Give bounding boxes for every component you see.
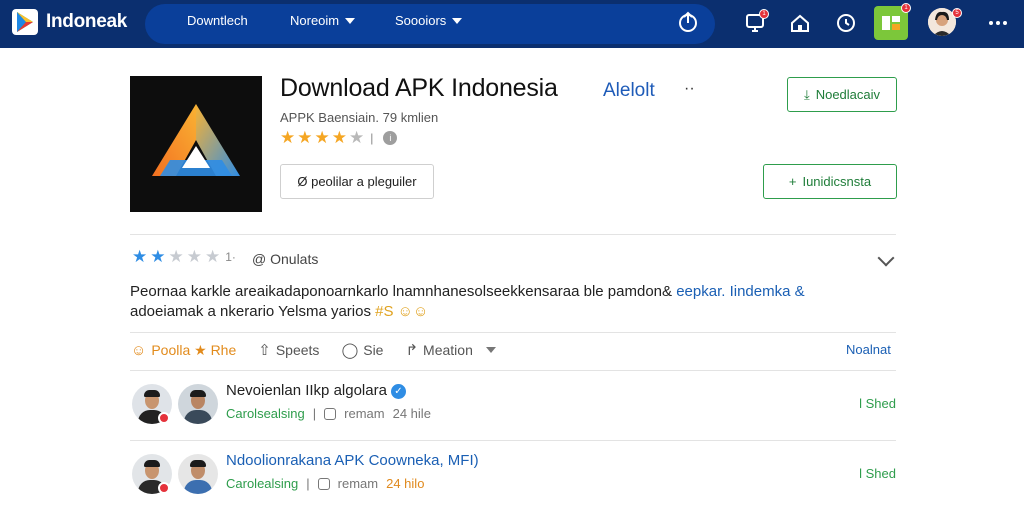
list-item-status: Carolealsing — [226, 476, 299, 491]
review-rating: ★ ★ ★ ★ ★ 1· — [132, 248, 236, 265]
list-item-subtitle: Carolealsing | remam 24 hilo — [226, 476, 424, 491]
avatar — [178, 384, 218, 424]
actions-right-link[interactable]: Noalnat — [846, 342, 891, 357]
star-icon: ★ — [186, 247, 202, 266]
calendar-icon — [324, 407, 337, 420]
upload-icon[interactable] — [676, 10, 700, 34]
review-text-link[interactable]: eepkar. Iindemka & — [676, 283, 804, 300]
rating-separator: | — [370, 130, 374, 145]
forward-icon: ↱ — [405, 342, 419, 359]
action-label: Meation — [423, 342, 473, 358]
popular-plugin-button[interactable]: Ø peolilar a pleguiler — [280, 164, 434, 199]
notification-badge: 5 — [952, 8, 962, 18]
list-item-subtitle: Carolsealsing | remam 24 hile — [226, 406, 431, 421]
list-item-meta: remam — [344, 406, 385, 421]
share-icon: ⇧ — [258, 342, 271, 359]
button-label: Iunidicsnsta — [802, 174, 872, 189]
chevron-down-icon[interactable] — [485, 347, 496, 353]
nav-item-sectors[interactable]: Soooiors — [395, 13, 463, 28]
brand[interactable]: Indoneak — [12, 9, 127, 35]
star-icon: ★ — [331, 128, 347, 147]
star-icon: ★ — [280, 128, 296, 147]
more-options-icon[interactable]: ·· — [684, 80, 695, 98]
app-rating: ★ ★ ★ ★ ★ | i — [280, 128, 398, 147]
monitor-icon[interactable]: 1 — [741, 9, 769, 37]
review-text-part1: Peornaa karkle areaikadaponoarnkarlo lna… — [130, 283, 673, 300]
download-icon: ⤓ — [803, 86, 810, 102]
top-navigation-bar: Indoneak Downtlech Noreoim Soooiors 1 1 … — [0, 0, 1024, 48]
star-icon: ★ — [297, 128, 313, 147]
nav-item-label: Soooiors — [395, 13, 447, 28]
clock-icon[interactable] — [832, 9, 860, 37]
review-actions: ☺ Poolla ★ Rhe ⇧ Speets ◯ Sie ↱ Meation — [131, 341, 518, 359]
comment-icon: ◯ — [341, 342, 359, 359]
action-label: Poolla ★ Rhe — [151, 341, 237, 358]
notification-badge: 1 — [901, 3, 911, 13]
review-author[interactable]: @ Onulats — [252, 251, 318, 267]
install-button[interactable]: + Iunidicsnsta — [763, 164, 897, 199]
brand-logo-icon — [12, 9, 38, 35]
comment-action[interactable]: ◯ Sie — [341, 341, 383, 359]
download-button[interactable]: ⤓ Noedlacaiv — [787, 77, 897, 112]
share-action[interactable]: ⇧ Speets — [258, 341, 319, 359]
divider — [130, 332, 896, 333]
star-icon: ★ — [132, 247, 148, 266]
app-title: Download APK Indonesia — [280, 74, 558, 102]
chevron-down-icon — [452, 17, 463, 24]
star-icon: ★ — [349, 128, 365, 147]
list-item-meta: remam — [337, 476, 379, 491]
list-item-title: Nevoienlan IIkp algolara ✓ — [226, 382, 406, 399]
star-icon: ★ — [205, 247, 221, 266]
calendar-icon — [317, 477, 330, 490]
list-item-time: 24 hile — [392, 406, 431, 421]
divider — [130, 370, 896, 371]
separator: | — [312, 406, 317, 421]
app-logo-icon — [130, 76, 262, 212]
list-item[interactable]: Ndoolionrakana APK Coowneka, MFI) Carole… — [130, 446, 896, 506]
list-item-title[interactable]: Ndoolionrakana APK Coowneka, MFI) — [226, 452, 479, 469]
nav-item-games[interactable]: Noreoim — [290, 13, 356, 28]
app-meta: APPK Baensiain. 79 kmlien — [280, 110, 439, 125]
list-item-action[interactable]: l Shed — [859, 466, 896, 481]
notification-badge: 1 — [759, 9, 769, 19]
app-tag-link[interactable]: Alelolt — [603, 80, 655, 102]
nav-item-label: Noreoim — [290, 13, 340, 28]
verified-icon: ✓ — [390, 384, 406, 399]
separator: | — [306, 476, 310, 491]
rating-suffix: 1· — [225, 249, 236, 264]
list-item-action[interactable]: l Shed — [859, 396, 896, 411]
action-label: Speets — [275, 342, 320, 358]
nav-item-label: Downtlech — [187, 13, 248, 28]
review-text-part2: adoeiamak a nkerario Yelsma yarios — [130, 303, 371, 320]
info-icon[interactable]: i — [383, 130, 398, 145]
chevron-down-icon — [345, 17, 356, 24]
like-action[interactable]: ☺ Poolla ★ Rhe — [131, 342, 236, 359]
smile-icon: ☺ — [131, 341, 147, 359]
review-text-emoji: #S ☺☺ — [375, 303, 429, 320]
nav-item-downloads[interactable]: Downtlech — [187, 13, 248, 28]
status-badge — [158, 412, 170, 424]
review-text: Peornaa karkle areaikadaponoarnkarlo lna… — [130, 282, 830, 322]
button-label: Noedlacaiv — [815, 87, 881, 102]
divider — [130, 234, 896, 235]
status-badge — [158, 482, 170, 494]
action-label: Sie — [363, 342, 384, 358]
mention-action[interactable]: ↱ Meation — [405, 341, 496, 359]
button-label: Ø peolilar a pleguiler — [297, 174, 417, 189]
brand-name: Indoneak — [46, 11, 128, 32]
chevron-down-icon[interactable] — [877, 249, 895, 267]
star-icon: ★ — [150, 247, 166, 266]
star-icon: ★ — [314, 128, 330, 147]
apps-grid-icon[interactable]: 1 — [874, 3, 911, 40]
plus-icon: + — [788, 174, 797, 189]
divider — [130, 440, 896, 441]
list-item-time: 24 hilo — [386, 476, 425, 491]
more-options-icon[interactable] — [984, 9, 1012, 37]
list-item[interactable]: Nevoienlan IIkp algolara ✓ Carolsealsing … — [130, 376, 896, 436]
home-icon[interactable] — [786, 9, 814, 37]
star-icon: ★ — [168, 247, 184, 266]
list-item-status: Carolsealsing — [226, 406, 305, 421]
list-item-title-text: Nevoienlan IIkp algolara — [226, 382, 387, 399]
avatar — [178, 454, 218, 494]
